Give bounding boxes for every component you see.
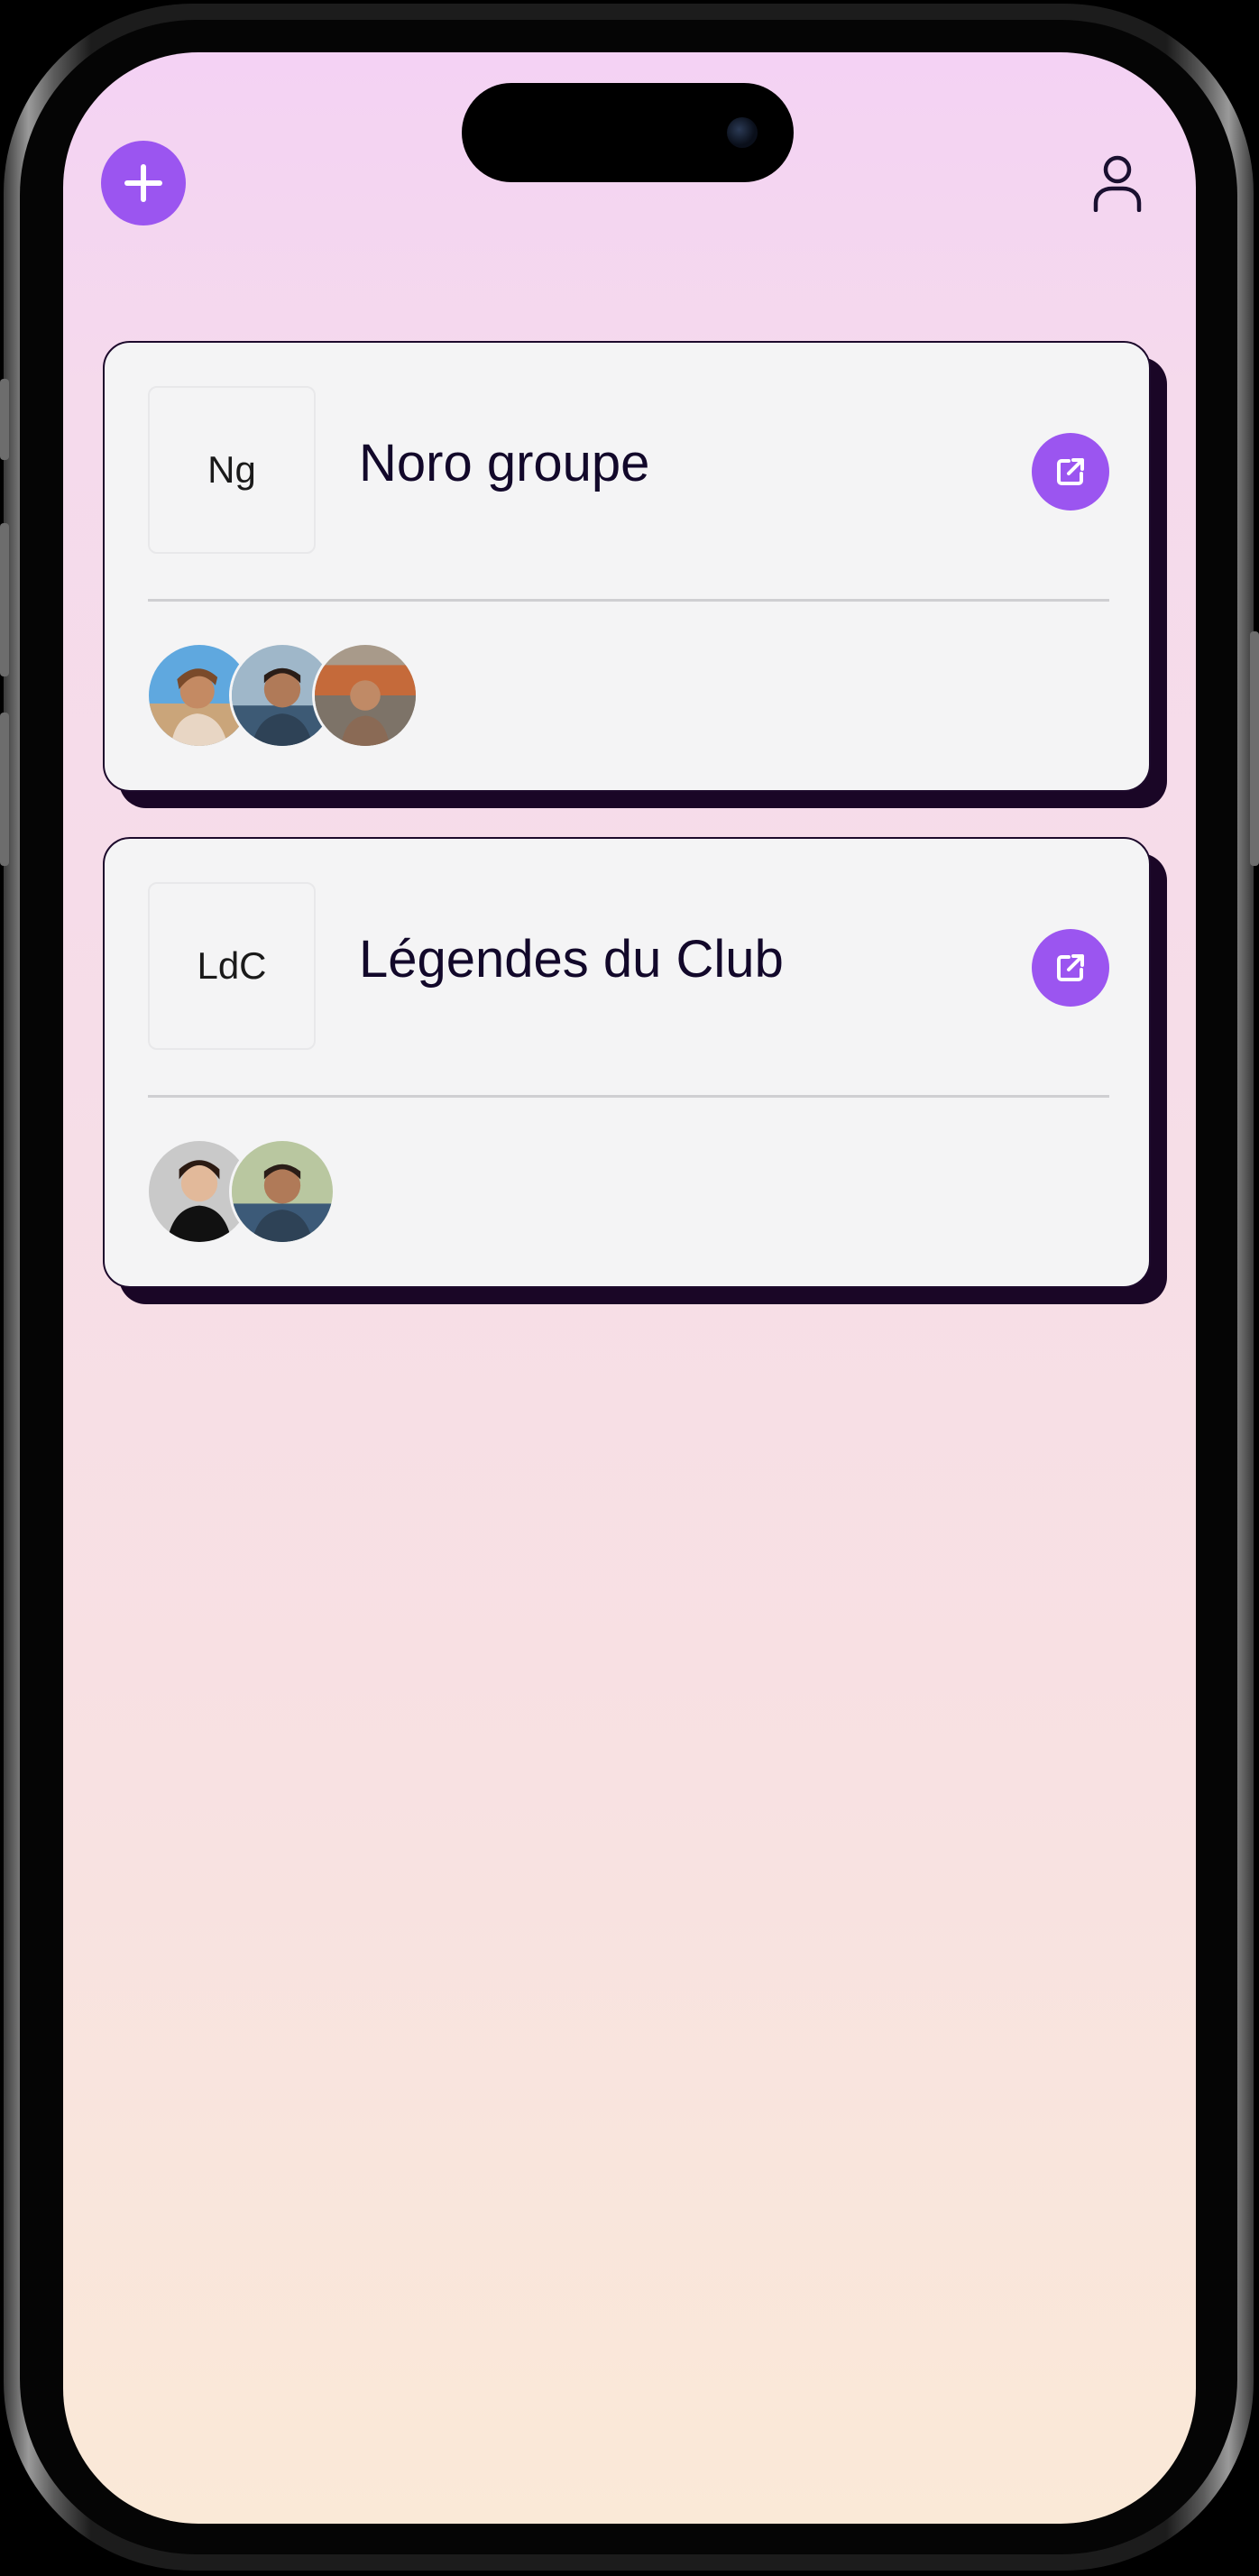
member-avatars [146, 1138, 335, 1245]
app-screen: Ng Noro groupe LdC Légendes du Club [63, 52, 1196, 2524]
group-card[interactable]: Ng Noro groupe [103, 341, 1151, 792]
dynamic-island [462, 83, 794, 182]
profile-button[interactable] [1077, 143, 1158, 224]
external-link-icon [1057, 954, 1084, 981]
volume-up-button [0, 523, 9, 676]
group-name: Légendes du Club [359, 930, 784, 989]
card-divider [148, 599, 1109, 602]
external-link-icon [1057, 458, 1084, 485]
volume-down-button [0, 713, 9, 866]
group-initials: Ng [148, 386, 316, 554]
user-icon [1093, 155, 1142, 212]
plus-icon [124, 164, 162, 202]
action-button [0, 379, 9, 460]
member-avatars [146, 642, 418, 749]
front-camera [727, 117, 758, 148]
group-name: Noro groupe [359, 434, 650, 492]
add-group-button[interactable] [101, 141, 186, 225]
open-group-button[interactable] [1032, 929, 1109, 1007]
power-button [1250, 631, 1259, 866]
member-avatar [312, 642, 418, 749]
card-divider [148, 1095, 1109, 1098]
open-group-button[interactable] [1032, 433, 1109, 511]
group-initials: LdC [148, 882, 316, 1050]
group-card[interactable]: LdC Légendes du Club [103, 837, 1151, 1288]
member-avatar [229, 1138, 335, 1245]
